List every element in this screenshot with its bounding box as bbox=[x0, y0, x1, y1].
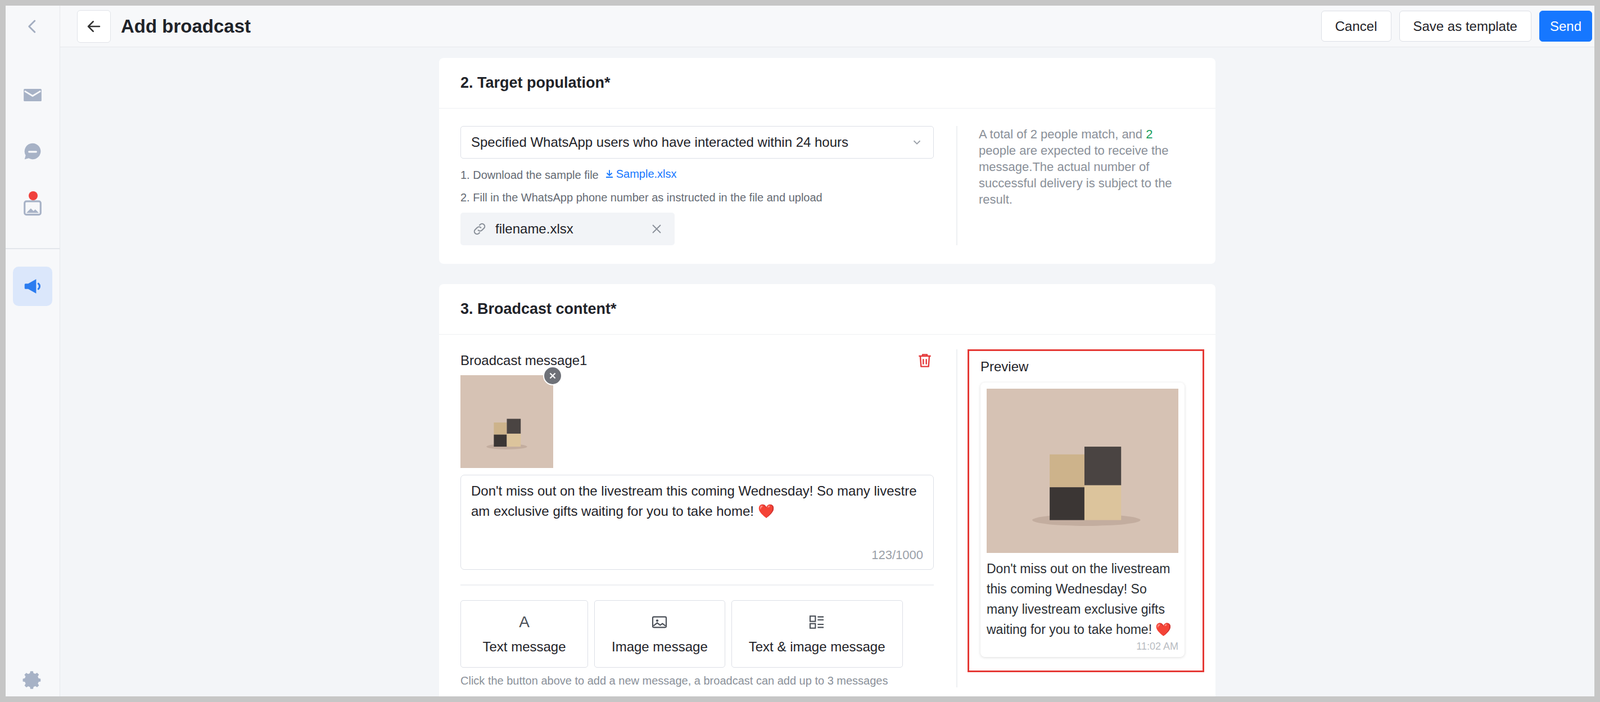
uploaded-file[interactable]: filename.xlsx bbox=[460, 212, 675, 246]
preview-panel: Preview Don't miss out on the livestream … bbox=[967, 349, 1205, 672]
add-message-button[interactable]: AText message bbox=[460, 599, 589, 668]
message-input[interactable]: Don't miss out on the livestream this co… bbox=[460, 474, 934, 570]
text-icon: A bbox=[518, 612, 530, 631]
header-button[interactable]: Save as template bbox=[1399, 10, 1532, 42]
sidebar-item[interactable] bbox=[12, 131, 53, 171]
page-title: Add broadcast bbox=[120, 15, 251, 38]
product-photo bbox=[460, 374, 554, 468]
broadcast-message: Broadcast message1 Don't miss out on the … bbox=[460, 349, 934, 570]
sidebar-group bbox=[5, 249, 60, 327]
preview-bubble: Don't miss out on the livestream this co… bbox=[980, 382, 1185, 657]
trash-icon[interactable] bbox=[915, 351, 934, 370]
gear-icon[interactable] bbox=[21, 669, 44, 691]
collapse-button[interactable] bbox=[24, 5, 42, 48]
mail-icon bbox=[21, 84, 44, 106]
header-button[interactable]: Cancel bbox=[1321, 10, 1392, 42]
character-counter: 123/1000 bbox=[871, 547, 924, 563]
chat-icon bbox=[21, 140, 44, 162]
header-actions: CancelSave as templateSend bbox=[1321, 10, 1593, 42]
image-thumbnail[interactable] bbox=[460, 374, 554, 468]
target-card: 2. Target population* Specified WhatsApp … bbox=[439, 57, 1216, 264]
add-message-buttons: AText messageImage messageText & image m… bbox=[460, 599, 934, 668]
top-bar: Add broadcast CancelSave as templateSend bbox=[60, 5, 1595, 48]
card-title: 3. Broadcast content* bbox=[439, 283, 1216, 335]
step-one: 1. Download the sample fileSample.xlsx bbox=[460, 166, 934, 183]
hint-text: Click the button above to add a new mess… bbox=[460, 674, 934, 687]
notification-badge bbox=[28, 191, 38, 201]
audience-select[interactable]: Specified WhatsApp users who have intera… bbox=[460, 125, 934, 159]
header-button[interactable]: Send bbox=[1539, 10, 1593, 42]
product-photo bbox=[986, 388, 1179, 553]
main-area: Add broadcast CancelSave as templateSend 2… bbox=[60, 5, 1595, 696]
back-button[interactable] bbox=[77, 10, 111, 43]
text-image-icon bbox=[807, 612, 826, 631]
arrow-left-icon bbox=[85, 17, 103, 35]
card-title: 2. Target population* bbox=[439, 57, 1216, 109]
image-icon bbox=[650, 612, 669, 631]
sidebar-item[interactable] bbox=[12, 266, 53, 306]
sidebar bbox=[5, 5, 61, 696]
chevron-down-icon bbox=[910, 136, 924, 149]
remove-image-button[interactable] bbox=[543, 365, 563, 386]
preview-text: Don't miss out on the livestream this co… bbox=[986, 558, 1179, 640]
preview-title: Preview bbox=[980, 358, 1192, 375]
sample-link[interactable]: Sample.xlsx bbox=[604, 166, 677, 182]
add-message-button[interactable]: Image message bbox=[594, 599, 726, 668]
preview-time: 11:02 AM bbox=[986, 640, 1179, 653]
close-icon[interactable] bbox=[649, 222, 664, 236]
sidebar-group bbox=[5, 47, 60, 250]
sidebar-item[interactable] bbox=[12, 187, 53, 228]
close-icon bbox=[546, 369, 559, 382]
megaphone-icon bbox=[21, 275, 44, 297]
app-window: Add broadcast CancelSave as templateSend 2… bbox=[0, 0, 1600, 702]
message-label: Broadcast message1 bbox=[460, 352, 587, 369]
content-area: 2. Target population* Specified WhatsApp … bbox=[60, 47, 1595, 696]
sidebar-item[interactable] bbox=[12, 75, 53, 115]
audience-summary: A total of 2 people match, and 2 people … bbox=[956, 125, 1193, 246]
link-icon bbox=[471, 220, 488, 237]
add-message-button[interactable]: Text & image message bbox=[731, 599, 903, 668]
download-icon bbox=[604, 168, 615, 179]
content-card: 3. Broadcast content* Broadcast message1 D… bbox=[439, 283, 1216, 696]
step-two: 2. Fill in the WhatsApp phone number as … bbox=[460, 190, 934, 205]
chevron-left-icon bbox=[24, 17, 42, 35]
